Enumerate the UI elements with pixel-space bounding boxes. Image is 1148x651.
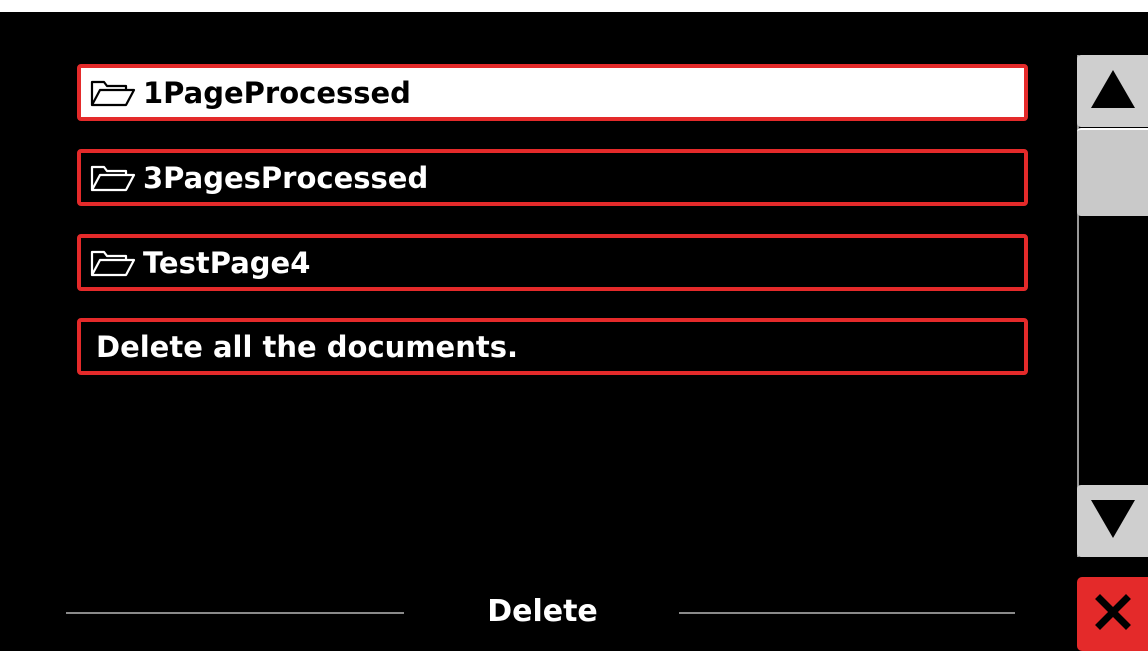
list-item-label: 1PageProcessed — [143, 75, 411, 110]
page-title: Delete — [487, 594, 598, 629]
folder-open-icon — [87, 158, 139, 198]
footer-divider-right — [679, 612, 1015, 614]
scroll-thumb[interactable] — [1077, 128, 1148, 216]
close-x-icon — [1093, 592, 1133, 637]
list-item-label: 3PagesProcessed — [143, 160, 429, 195]
scroll-down-button[interactable] — [1077, 485, 1148, 557]
list-item-label: TestPage4 — [143, 245, 311, 280]
scroll-up-button[interactable] — [1077, 55, 1148, 127]
triangle-down-icon — [1088, 497, 1138, 546]
list-item-3pagesprocessed[interactable]: 3PagesProcessed — [77, 149, 1028, 206]
delete-screen: 1PageProcessed 3PagesProcessed TestPage4… — [0, 12, 1148, 651]
folder-open-icon — [87, 243, 139, 283]
folder-open-icon — [87, 73, 139, 113]
delete-all-documents-item[interactable]: Delete all the documents. — [77, 318, 1028, 375]
close-button[interactable] — [1077, 577, 1148, 651]
footer-divider-left — [66, 612, 404, 614]
list-item-label: Delete all the documents. — [96, 329, 518, 364]
list-item-testpage4[interactable]: TestPage4 — [77, 234, 1028, 291]
triangle-up-icon — [1088, 67, 1138, 116]
list-item-1pageprocessed[interactable]: 1PageProcessed — [77, 64, 1028, 121]
scrollbar[interactable] — [1077, 55, 1148, 557]
